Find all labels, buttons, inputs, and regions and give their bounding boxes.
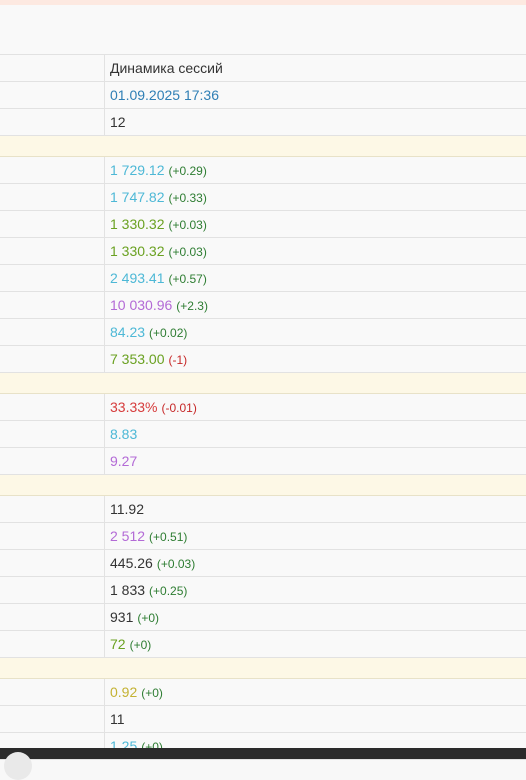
group-separator bbox=[0, 373, 526, 394]
group-separator bbox=[0, 658, 526, 679]
metric-value: 1 833 bbox=[110, 582, 146, 598]
metric-value: 1 729.12 bbox=[110, 162, 165, 178]
table-row: 2 512 (+0.51) bbox=[0, 523, 526, 550]
metric-cell: 10 030.96 (+2.3) bbox=[110, 292, 208, 318]
header-area bbox=[0, 5, 526, 55]
metric-cell: 1 833 (+0.25) bbox=[110, 577, 187, 603]
bottom-bar bbox=[0, 748, 526, 759]
metric-value: 445.26 bbox=[110, 555, 153, 571]
metric-cell: 8.83 bbox=[110, 421, 137, 447]
group-separator bbox=[0, 475, 526, 496]
metric-delta: (+0.51) bbox=[149, 530, 188, 544]
metric-cell: 11 bbox=[110, 706, 125, 732]
metric-value: 11.92 bbox=[110, 501, 144, 517]
metric-cell: 9.27 bbox=[110, 448, 137, 474]
avatar-button[interactable] bbox=[4, 752, 32, 780]
metric-delta: (+0.33) bbox=[168, 191, 207, 205]
metric-value: 10 030.96 bbox=[110, 297, 173, 313]
table-row: 11.92 bbox=[0, 496, 526, 523]
metric-delta: (+0.03) bbox=[168, 245, 207, 259]
metric-cell: 1 729.12 (+0.29) bbox=[110, 157, 207, 183]
metric-value: 33.33% bbox=[110, 399, 158, 415]
table-row: 1 330.32 (+0.03) bbox=[0, 211, 526, 238]
table-row: 72 (+0) bbox=[0, 631, 526, 658]
table-row: 1 729.12 (+0.29) bbox=[0, 157, 526, 184]
date-link[interactable]: 01.09.2025 17:36 bbox=[110, 82, 219, 108]
metric-cell: 11.92 bbox=[110, 496, 144, 522]
table-row: 1 330.32 (+0.03) bbox=[0, 238, 526, 265]
table-row: 0.92 (+0) bbox=[0, 679, 526, 706]
metric-cell: 2 512 (+0.51) bbox=[110, 523, 187, 549]
group-separator bbox=[0, 136, 526, 157]
table-row: 9.27 bbox=[0, 448, 526, 475]
metric-value: 8.83 bbox=[110, 426, 138, 442]
metric-cell: 931 (+0) bbox=[110, 604, 159, 630]
table-row: 7 353.00 (-1) bbox=[0, 346, 526, 373]
metric-value: 2 512 bbox=[110, 528, 146, 544]
metric-delta: (-1) bbox=[168, 353, 188, 367]
metric-value: 7 353.00 bbox=[110, 351, 165, 367]
table-row: 2 493.41 (+0.57) bbox=[0, 265, 526, 292]
date-row: 01.09.2025 17:36 bbox=[0, 82, 526, 109]
metric-delta: (+0.29) bbox=[168, 164, 207, 178]
table-row: 1 747.82 (+0.33) bbox=[0, 184, 526, 211]
metric-delta: (+0.03) bbox=[156, 557, 196, 571]
value-groups: 1 729.12 (+0.29) 1 747.82 (+0.33) 1 330.32 (+… bbox=[0, 136, 526, 760]
table-row: 1 833 (+0.25) bbox=[0, 577, 526, 604]
table-row: 8.83 bbox=[0, 421, 526, 448]
table-row: 931 (+0) bbox=[0, 604, 526, 631]
metric-cell: 445.26 (+0.03) bbox=[110, 550, 195, 576]
metric-delta: (+0.25) bbox=[149, 584, 188, 598]
metric-value: 11 bbox=[110, 711, 125, 727]
table-row: 11 bbox=[0, 706, 526, 733]
metric-cell: 2 493.41 (+0.57) bbox=[110, 265, 207, 291]
column-header-row: Динамика сессий bbox=[0, 55, 526, 82]
metric-cell: 1 330.32 (+0.03) bbox=[110, 211, 207, 237]
metric-delta: (+0) bbox=[137, 611, 160, 625]
metric-delta: (+0.02) bbox=[149, 326, 188, 340]
metric-value: 2 493.41 bbox=[110, 270, 165, 286]
metric-delta: (+2.3) bbox=[176, 299, 208, 313]
metric-value: 1 330.32 bbox=[110, 243, 165, 259]
metric-cell: 0.92 (+0) bbox=[110, 679, 163, 705]
metric-cell: 7 353.00 (-1) bbox=[110, 346, 187, 372]
metric-delta: (+0.03) bbox=[168, 218, 207, 232]
metric-cell: 72 (+0) bbox=[110, 631, 151, 657]
metric-delta: (+0) bbox=[141, 686, 163, 700]
table-row: 10 030.96 (+2.3) bbox=[0, 292, 526, 319]
metric-value: 72 bbox=[110, 636, 126, 652]
table-row: 84.23 (+0.02) bbox=[0, 319, 526, 346]
table-row: 445.26 (+0.03) bbox=[0, 550, 526, 577]
table-row: 33.33% (-0.01) bbox=[0, 394, 526, 421]
metric-delta: (+0) bbox=[129, 638, 152, 652]
metric-value: 0.92 bbox=[110, 684, 138, 700]
count-value: 12 bbox=[110, 114, 126, 130]
metric-cell: 84.23 (+0.02) bbox=[110, 319, 187, 345]
metric-cell: 1 330.32 (+0.03) bbox=[110, 238, 207, 264]
metric-delta: (-0.01) bbox=[161, 401, 197, 415]
metric-cell: 33.33% (-0.01) bbox=[110, 394, 197, 420]
metric-cell: 1 747.82 (+0.33) bbox=[110, 184, 207, 210]
metric-value: 84.23 bbox=[110, 324, 146, 340]
metric-delta: (+0.57) bbox=[168, 272, 207, 286]
sessions-table: Динамика сессий 01.09.2025 17:36 12 1 72… bbox=[0, 55, 526, 760]
metric-value: 9.27 bbox=[110, 453, 138, 469]
column-title: Динамика сессий bbox=[110, 60, 223, 76]
metric-value: 931 bbox=[110, 609, 134, 625]
metric-value: 1 747.82 bbox=[110, 189, 165, 205]
count-row: 12 bbox=[0, 109, 526, 136]
metric-value: 1 330.32 bbox=[110, 216, 165, 232]
